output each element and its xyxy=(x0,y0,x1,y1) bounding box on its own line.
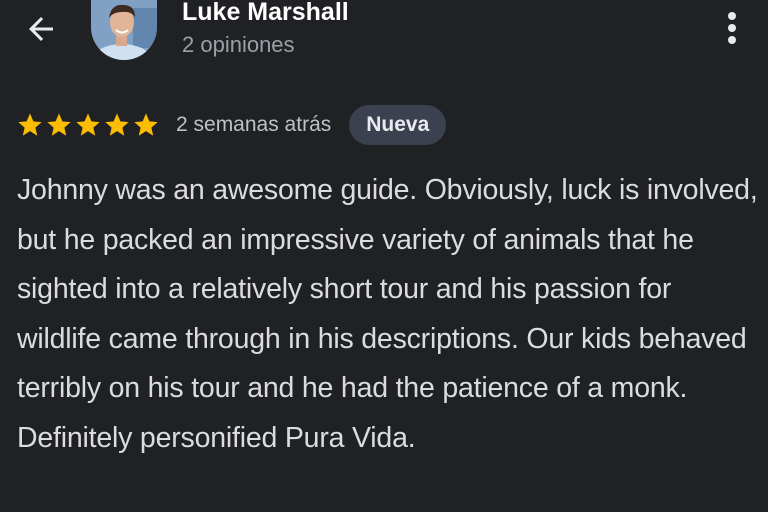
more-options-button[interactable] xyxy=(712,6,752,50)
back-button[interactable] xyxy=(18,6,64,52)
review-header: Luke Marshall 2 opiniones xyxy=(0,0,768,80)
rating-row: 2 semanas atrás Nueva xyxy=(16,104,447,146)
user-avatar[interactable] xyxy=(91,0,157,60)
star-icon xyxy=(105,113,129,136)
review-date: 2 semanas atrás xyxy=(176,113,332,136)
star-icon xyxy=(18,113,42,136)
arrow-left-icon xyxy=(29,17,53,41)
star-rating xyxy=(16,111,160,139)
more-vertical-icon xyxy=(728,12,736,44)
star-icon xyxy=(76,113,100,136)
avatar-image xyxy=(91,0,157,60)
review-count: 2 opiniones xyxy=(182,32,295,57)
user-name[interactable]: Luke Marshall xyxy=(182,0,349,30)
new-badge: Nueva xyxy=(349,105,447,145)
star-icon xyxy=(47,113,71,136)
review-text: Johnny was an awesome guide. Obviously, … xyxy=(17,174,758,454)
star-icon xyxy=(134,113,158,136)
